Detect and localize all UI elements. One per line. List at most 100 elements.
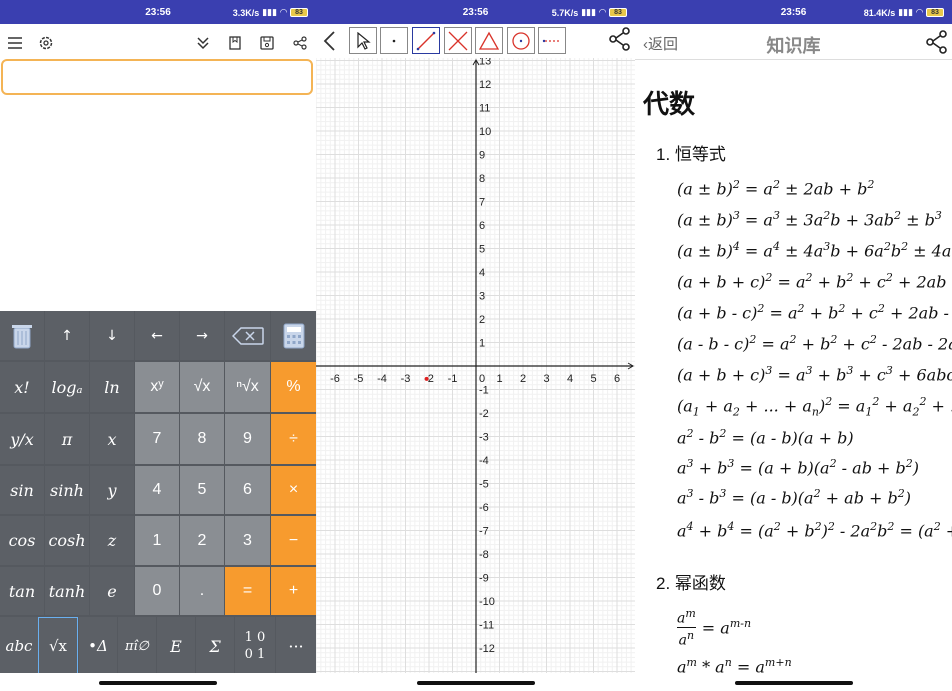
formula: (a - b - c)2 = a2 + b2 + c2 - 2ab - 2ac — [677, 333, 952, 354]
home-indicator[interactable] — [416, 681, 535, 685]
formula: (a ± b)2 = a2 ± 2ab + b2 — [677, 178, 875, 199]
circle-tool-icon[interactable] — [507, 27, 535, 54]
digit-0-key[interactable]: 0 — [135, 567, 179, 615]
tan-key[interactable]: tan — [0, 567, 44, 615]
factorial-key[interactable]: x! — [0, 362, 44, 412]
more-button[interactable]: ··· — [276, 617, 316, 675]
select-tool-icon[interactable] — [349, 27, 377, 54]
plus-key[interactable]: + — [271, 567, 316, 615]
wifi-icon: ◠ — [916, 7, 923, 17]
y-tick-label: -2 — [479, 408, 489, 420]
home-indicator[interactable] — [99, 681, 217, 685]
polygon-tool-icon[interactable] — [475, 27, 503, 54]
multiply-key[interactable]: × — [271, 466, 316, 514]
minus-key[interactable]: − — [271, 516, 316, 565]
power-key[interactable]: xʸ — [135, 362, 179, 412]
more-tool-icon[interactable] — [538, 27, 566, 54]
divide-key[interactable]: ÷ — [271, 414, 316, 464]
digit-1-key[interactable]: 1 — [135, 516, 179, 565]
abc-button[interactable]: abc — [0, 617, 38, 675]
intersect-tool-icon[interactable] — [444, 27, 472, 54]
sinh-key[interactable]: sinh — [45, 466, 89, 514]
point-tool-icon[interactable] — [380, 27, 408, 54]
digit-4-key[interactable]: 4 — [135, 466, 179, 514]
euler-e-key[interactable]: e — [90, 567, 134, 615]
battery-icon: 83 — [926, 8, 944, 17]
cosh-key[interactable]: cosh — [45, 516, 89, 565]
digit-5-key[interactable]: 5 — [180, 466, 224, 514]
settings-icon[interactable] — [36, 33, 56, 53]
line-tool-icon[interactable] — [412, 27, 440, 54]
section-heading: 1. 恒等式 — [656, 145, 726, 164]
cursor-up-button[interactable]: ↑ — [45, 311, 89, 360]
percent-key[interactable]: % — [271, 362, 316, 412]
nav-bar — [0, 673, 316, 691]
coordinate-plane[interactable]: -6 -5 -4 -3 -2 -1 0 1 2 3 4 5 612345678910111213-1-2… — [316, 58, 635, 673]
formula: am * an = am+n — [677, 656, 792, 673]
save-icon[interactable] — [257, 33, 277, 53]
document-content: 代数 1. 恒等式 (a ± b)2 = a2 ± 2ab + b2 (a ± … — [635, 60, 952, 673]
nth-root-key[interactable]: ⁿ√x — [225, 362, 270, 412]
status-bar: 23:56 3.3K/s ▮▮▮ ◠ 83 — [0, 0, 316, 24]
digit-8-key[interactable]: 8 — [180, 414, 224, 464]
share-icon[interactable] — [609, 27, 631, 56]
constants-button[interactable]: πî∅ — [118, 617, 156, 675]
graph-panel: 23:56 5.7K/s ▮▮▮ ◠ 83 -6 -5 -4 -3 -2 -1 … — [316, 0, 635, 691]
back-icon[interactable] — [322, 30, 336, 57]
digit-9-key[interactable]: 9 — [225, 414, 270, 464]
ln-key[interactable]: ln — [90, 362, 134, 412]
cursor-right-button[interactable]: → — [180, 311, 224, 360]
x-tick-label: 0 — [479, 373, 485, 385]
fraction-key[interactable]: y/x — [0, 414, 44, 464]
pi-key[interactable]: π — [45, 414, 89, 464]
home-indicator[interactable] — [734, 681, 853, 685]
digit-2-key[interactable]: 2 — [180, 516, 224, 565]
math-mode-button[interactable]: √x — [38, 617, 78, 675]
expression-input[interactable] — [1, 59, 313, 95]
menu-icon[interactable] — [5, 33, 25, 53]
y-tick-label: 10 — [479, 126, 491, 138]
y-tick-label: 5 — [479, 244, 485, 256]
e-notation-button[interactable]: E — [157, 617, 195, 675]
bookmark-icon[interactable] — [225, 33, 245, 53]
var-y-key[interactable]: y — [90, 466, 134, 514]
cursor-left-button[interactable]: ← — [135, 311, 179, 360]
var-z-key[interactable]: z — [90, 516, 134, 565]
sigma-button[interactable]: Σ — [196, 617, 234, 675]
share-icon[interactable] — [926, 30, 948, 59]
share-icon[interactable] — [290, 33, 310, 53]
trash-icon[interactable] — [0, 311, 44, 360]
collapse-icon[interactable] — [193, 33, 213, 53]
backspace-icon[interactable] — [225, 311, 270, 360]
formula: (a + b + c)3 = a3 + b3 + c3 + 6abc + — [677, 364, 952, 385]
x-tick-label: 2 — [520, 373, 526, 385]
x-tick-label: -1 — [448, 373, 458, 385]
y-tick-label: 12 — [479, 79, 491, 91]
status-bar: 23:56 81.4K/s ▮▮▮ ◠ 83 — [635, 0, 952, 24]
calculator-icon[interactable] — [271, 311, 316, 360]
decimal-point-key[interactable]: . — [180, 567, 224, 615]
y-tick-label: -6 — [479, 502, 489, 514]
geometry-symbols-button[interactable]: •Δ — [79, 617, 117, 675]
log-base-key[interactable]: logₐ — [45, 362, 89, 412]
y-tick-label: 2 — [479, 314, 485, 326]
cos-key[interactable]: cos — [0, 516, 44, 565]
digit-7-key[interactable]: 7 — [135, 414, 179, 464]
y-tick-label: -11 — [479, 620, 494, 632]
net-speed: 3.3K/s — [232, 7, 260, 18]
var-x-key[interactable]: x — [90, 414, 134, 464]
equals-key[interactable]: = — [225, 567, 270, 615]
section-heading: 2. 幂函数 — [656, 574, 726, 593]
tanh-key[interactable]: tanh — [45, 567, 89, 615]
battery-icon: 83 — [609, 8, 627, 17]
digit-6-key[interactable]: 6 — [225, 466, 270, 514]
digit-3-key[interactable]: 3 — [225, 516, 270, 565]
calculator-toolbar — [0, 27, 316, 59]
wifi-icon: ◠ — [599, 7, 606, 17]
y-tick-label: -3 — [479, 432, 489, 444]
plotted-point[interactable] — [424, 376, 429, 381]
matrix-button[interactable]: 1 0 0 1 — [235, 617, 275, 675]
sin-key[interactable]: sin — [0, 466, 44, 514]
sqrt-key[interactable]: √x — [180, 362, 224, 412]
cursor-down-button[interactable]: ↓ — [90, 311, 134, 360]
